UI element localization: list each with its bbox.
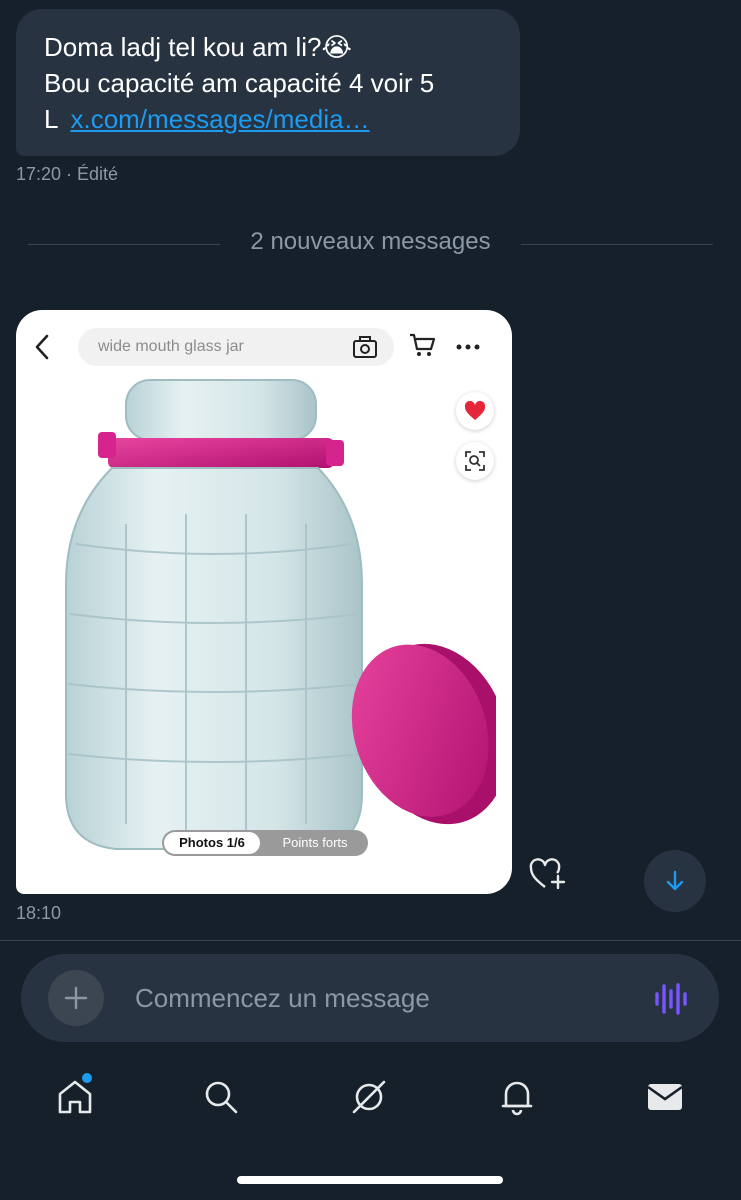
back-arrow-icon	[35, 334, 49, 360]
highlights-tab: Points forts	[282, 835, 348, 850]
composer-separator	[0, 940, 741, 941]
image-message[interactable]: wide mouth glass jar Photos 1/6 Points f…	[16, 310, 512, 894]
cart-icon	[410, 333, 436, 356]
message-composer	[21, 954, 719, 1042]
add-attachment-button[interactable]	[48, 970, 104, 1026]
divider-rule-right	[521, 244, 713, 245]
add-reaction-icon[interactable]	[528, 856, 568, 892]
new-messages-label: 2 nouveaux messages	[250, 228, 491, 255]
message-input[interactable]	[135, 978, 615, 1018]
photos-tab: Photos 1/6	[164, 832, 260, 854]
arrow-down-icon	[666, 870, 684, 891]
screenshot-search-bar: wide mouth glass jar	[78, 328, 394, 366]
message-line-1: Doma ladj tel kou am li?😭	[44, 32, 352, 62]
plus-icon	[64, 986, 88, 1010]
home-icon[interactable]	[56, 1078, 94, 1116]
messages-icon[interactable]	[646, 1078, 684, 1116]
grok-icon[interactable]	[350, 1078, 388, 1116]
home-notification-dot	[82, 1073, 92, 1083]
camera-icon	[353, 336, 377, 358]
message-timestamp: 17:20 · Édité	[16, 164, 119, 184]
message-line-3-prefix: L	[44, 104, 59, 134]
image-timestamp: 18:10	[16, 903, 62, 923]
glass-jar-image	[65, 379, 496, 850]
home-indicator	[237, 1176, 503, 1184]
message-bubble[interactable]: Doma ladj tel kou am li?😭 Bou capacité a…	[16, 9, 520, 156]
scroll-to-bottom-button[interactable]	[644, 850, 706, 912]
notifications-icon[interactable]	[498, 1078, 536, 1116]
voice-message-icon[interactable]	[653, 982, 689, 1016]
search-icon[interactable]	[202, 1078, 240, 1116]
message-line-2: Bou capacité am capacité 4 voir 5	[44, 68, 435, 98]
more-icon	[456, 344, 480, 350]
new-messages-divider: 2 nouveaux messages	[0, 228, 741, 258]
screenshot-search-text: wide mouth glass jar	[98, 338, 244, 355]
media-link[interactable]: x.com/messages/media…	[70, 104, 369, 134]
photo-tabs-pill: Photos 1/6 Points forts	[162, 830, 368, 856]
